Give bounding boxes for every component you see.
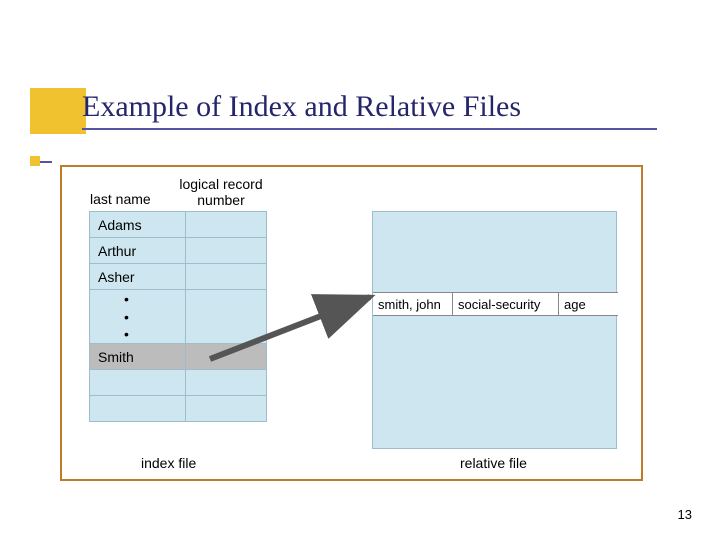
title-underline	[82, 128, 657, 130]
index-num-cell	[185, 344, 266, 370]
index-name-cell: Asher	[90, 264, 186, 290]
page-number: 13	[678, 507, 692, 522]
header-last-name: last name	[90, 191, 151, 207]
header-logical-record-number: logical record number	[177, 176, 265, 208]
index-name-cell: Adams	[90, 212, 186, 238]
relative-age-cell: age	[559, 293, 618, 315]
table-row-selected: Smith	[90, 344, 267, 370]
index-num-cell	[185, 238, 266, 264]
ellipsis-row	[90, 326, 267, 344]
title-wrap: Example of Index and Relative Files	[82, 90, 657, 130]
caption-index-file: index file	[141, 455, 196, 471]
bullet-tick	[40, 161, 52, 163]
diagram-frame: last name logical record number Adams Ar…	[60, 165, 643, 481]
index-name-cell: Smith	[90, 344, 186, 370]
index-file-table: Adams Arthur Asher Smith	[89, 211, 267, 422]
ellipsis-row	[90, 308, 267, 326]
table-row: Asher	[90, 264, 267, 290]
index-name-cell: Arthur	[90, 238, 186, 264]
caption-relative-file: relative file	[460, 455, 527, 471]
index-num-cell	[185, 264, 266, 290]
relative-name-cell: smith, john	[373, 293, 453, 315]
table-row: Adams	[90, 212, 267, 238]
relative-file-box: smith, john social-security age	[372, 211, 617, 449]
relative-ssn-cell: social-security	[453, 293, 559, 315]
table-row	[90, 396, 267, 422]
table-row: Arthur	[90, 238, 267, 264]
bullet-square	[30, 156, 40, 166]
index-num-cell	[185, 212, 266, 238]
ellipsis-row	[90, 290, 267, 308]
accent-block	[30, 88, 86, 134]
relative-record-row: smith, john social-security age	[373, 292, 618, 316]
table-row	[90, 370, 267, 396]
slide-title: Example of Index and Relative Files	[82, 90, 657, 124]
